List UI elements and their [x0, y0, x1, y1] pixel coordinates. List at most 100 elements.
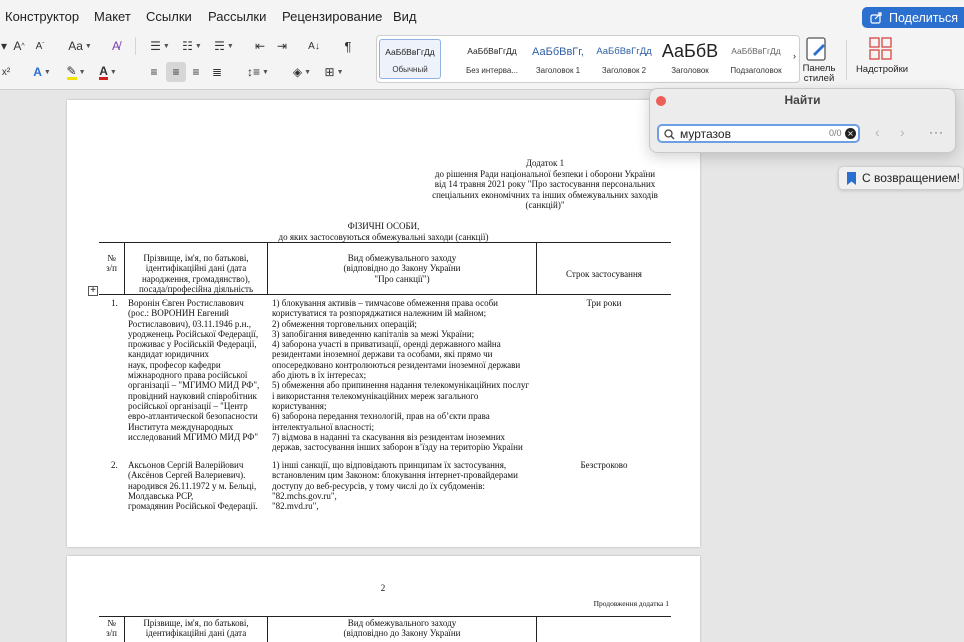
sanction-measures: 1) блокування активів – тимчасове обмеже…: [272, 298, 530, 453]
table-top-border: [99, 616, 671, 617]
numbering-icon[interactable]: ☷ ▼: [178, 37, 206, 55]
style-preview: АаБбВ: [661, 41, 719, 61]
share-button[interactable]: Поделиться: [862, 7, 964, 28]
page-2[interactable]: 2 Продовження додатка 1 № з/п Прізвище, …: [67, 556, 700, 642]
change-case-icon[interactable]: Aa ▼: [66, 37, 94, 55]
next-match-icon[interactable]: ›: [900, 124, 905, 140]
menu-review[interactable]: Рецензирование: [282, 9, 382, 24]
grow-font-icon[interactable]: A ^: [12, 37, 26, 55]
share-label: Поделиться: [889, 10, 959, 25]
style-title[interactable]: АаБбВ Заголовок: [659, 39, 721, 79]
search-icon: [664, 129, 675, 140]
line-spacing-icon[interactable]: ↕≡ ▼: [244, 63, 272, 81]
menu-design[interactable]: Конструктор: [5, 9, 79, 24]
sanction-term: Три роки: [586, 298, 622, 308]
shading-icon[interactable]: ◈ ▼: [288, 63, 316, 81]
person-details: Воронін Євген Ростиславович (рос.: ВОРОН…: [128, 298, 260, 442]
document-canvas[interactable]: Додаток 1 до рішення Ради національної б…: [0, 90, 964, 642]
match-count: 0/0: [829, 128, 842, 138]
column-header-measure: Вид обмежувального заходу (відповідно до…: [343, 618, 461, 639]
addins-label[interactable]: Надстройки: [852, 64, 912, 75]
styles-gallery: АаБбВвГгДд Обычный АаБбВвГгДд Без интерва.…: [376, 35, 800, 83]
row-number: 1.: [111, 298, 118, 308]
column-header-no: № з/п: [106, 618, 117, 639]
column-header-term: Строк застосування: [566, 269, 642, 279]
style-heading-2[interactable]: АаБбВвГгДд Заголовок 2: [593, 39, 655, 79]
menu-mailings[interactable]: Рассылки: [208, 9, 266, 24]
appendix-header: Додаток 1 до рішення Ради національної б…: [430, 158, 660, 211]
menu-view[interactable]: Вид: [393, 9, 417, 24]
header-line: від 14 травня 2021 року "Про застосуванн…: [434, 179, 656, 189]
justify-icon[interactable]: ≣: [209, 63, 225, 81]
increase-indent-icon[interactable]: ⇥: [274, 37, 290, 55]
menu-layout[interactable]: Макет: [94, 9, 131, 24]
header-line: (санкцій)": [525, 200, 565, 210]
find-query: муртазов: [680, 127, 731, 141]
style-name: Заголовок 1: [535, 66, 581, 75]
style-normal[interactable]: АаБбВвГгДд Обычный: [379, 39, 441, 79]
more-options-icon[interactable]: ···: [929, 125, 944, 139]
multilevel-list-icon[interactable]: ☴ ▼: [210, 37, 238, 55]
sanction-term: Безстроково: [580, 460, 628, 470]
style-preview: АаБбВвГгДд: [467, 46, 517, 56]
row-number: 2.: [111, 460, 118, 470]
style-no-spacing[interactable]: АаБбВвГгДд Без интерва...: [461, 39, 523, 79]
superscript-icon[interactable]: x²: [0, 63, 12, 81]
style-heading-1[interactable]: АаБбВвГг, Заголовок 1: [527, 39, 589, 79]
clear-search-icon[interactable]: ×: [845, 128, 856, 139]
page-1[interactable]: Додаток 1 до рішення Ради національної б…: [67, 100, 700, 547]
menu-references[interactable]: Ссылки: [146, 9, 192, 24]
continuation-label: Продовження додатка 1: [593, 599, 669, 608]
column-header-person: Прізвище, ім'я, по батькові, ідентифікац…: [138, 253, 254, 294]
font-color-icon[interactable]: A ▼: [94, 63, 122, 81]
styles-pane-icon[interactable]: [804, 36, 838, 64]
title-line: ФІЗИЧНІ ОСОБИ,: [347, 221, 420, 231]
style-preview: АаБбВвГгДд: [596, 46, 652, 57]
bookmark-icon: [847, 171, 856, 185]
column-header-person: Прізвище, ім'я, по батькові, ідентифікац…: [143, 618, 249, 639]
previous-match-icon[interactable]: ‹: [875, 124, 880, 140]
align-center-icon[interactable]: ≡: [166, 62, 186, 82]
divider: [135, 37, 136, 55]
borders-icon[interactable]: ⊞ ▼: [320, 63, 348, 81]
page-number: 2: [380, 583, 386, 593]
style-subtitle[interactable]: АаБбВвГгДд Подзаголовок: [725, 39, 787, 79]
sort-icon[interactable]: A↓: [306, 37, 322, 55]
shrink-font-icon[interactable]: Aˇ: [33, 37, 47, 55]
person-details: Аксьонов Сергій Валерійович (Аксёнов Сер…: [128, 460, 258, 512]
document-title: ФІЗИЧНІ ОСОБИ, до яких застосовуються об…: [227, 221, 540, 242]
style-preview: АаБбВвГгДд: [385, 47, 435, 57]
find-title: Найти: [784, 93, 821, 107]
col-divider: [536, 616, 537, 642]
column-header-no: № з/п: [106, 253, 117, 274]
table-top-border: [99, 242, 671, 243]
share-icon: [870, 11, 882, 24]
align-right-icon[interactable]: ≡: [188, 63, 204, 81]
style-preview: АаБбВвГг,: [532, 46, 584, 58]
welcome-back-badge[interactable]: С возвращением!: [838, 166, 964, 190]
pilcrow-icon[interactable]: ¶: [340, 37, 356, 55]
addins-icon[interactable]: [868, 36, 894, 62]
find-panel: Найти муртазов 0/0 × ‹ › ···: [649, 88, 956, 153]
decrease-indent-icon[interactable]: ⇤: [252, 37, 268, 55]
style-name: Заголовок 2: [601, 66, 647, 75]
style-name: Подзаголовок: [730, 66, 782, 75]
menu-bar: Конструктор Макет Ссылки Рассылки Реценз…: [0, 0, 964, 32]
header-line: спеціальних економічних та інших обмежув…: [432, 189, 658, 200]
text-effects-icon[interactable]: A ▼: [28, 63, 56, 81]
welcome-label: С возвращением!: [862, 171, 961, 185]
bullets-icon[interactable]: ☰ ▼: [146, 37, 174, 55]
table-move-handle-icon[interactable]: +: [88, 286, 98, 296]
clear-formatting-icon[interactable]: A̸: [108, 37, 124, 55]
style-name: Обычный: [392, 65, 428, 74]
font-size-dropdown-icon[interactable]: ▾: [0, 37, 8, 55]
highlight-icon[interactable]: ✎ ▼: [62, 63, 90, 81]
find-search-field[interactable]: муртазов 0/0 ×: [657, 124, 860, 143]
align-left-icon[interactable]: ≡: [146, 63, 162, 81]
header-line: до рішення Ради національної безпеки і о…: [434, 168, 656, 179]
header-line: Додаток 1: [525, 158, 565, 168]
gallery-more-icon[interactable]: ›: [793, 51, 796, 61]
style-name: Без интерва...: [465, 66, 519, 75]
sanction-measures: 1) інші санкції, що відповідають принцип…: [272, 460, 518, 512]
styles-pane-label[interactable]: Панель стилей: [796, 64, 842, 84]
